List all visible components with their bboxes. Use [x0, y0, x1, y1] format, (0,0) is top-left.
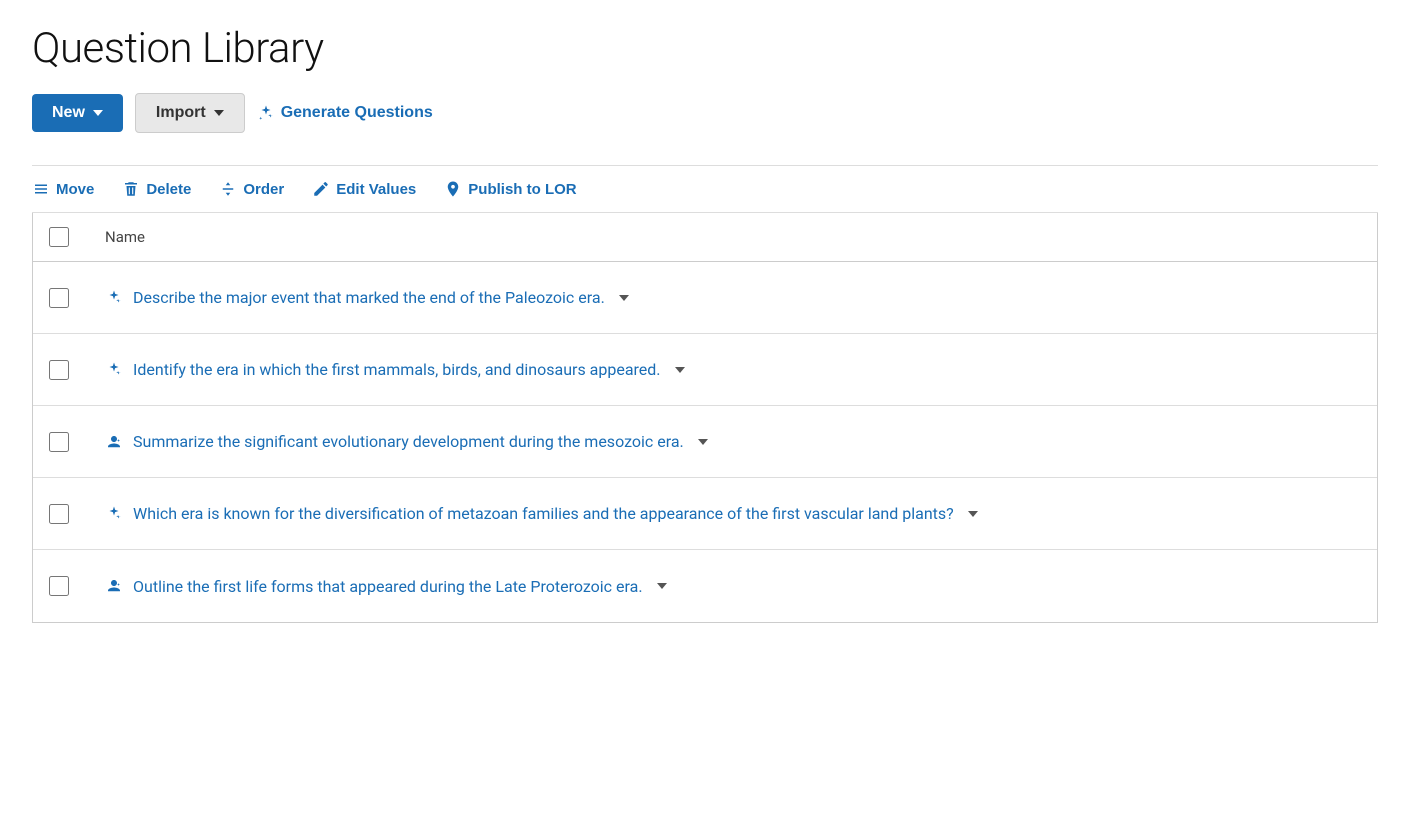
import-button-label: Import [156, 104, 206, 122]
edit-values-button[interactable]: Edit Values [312, 180, 416, 198]
question-text-4[interactable]: Which era is known for the diversificati… [133, 504, 954, 523]
table-row: Summarize the significant evolutionary d… [33, 406, 1377, 478]
row-expand-icon-1[interactable] [619, 295, 629, 301]
sparkle-icon [105, 361, 123, 379]
sparkle-icon [105, 289, 123, 307]
row-checkbox-5[interactable] [49, 576, 69, 596]
row-expand-icon-2[interactable] [675, 367, 685, 373]
move-button[interactable]: Move [32, 180, 94, 198]
question-text-1[interactable]: Describe the major event that marked the… [133, 288, 605, 307]
generate-button-label: Generate Questions [281, 104, 433, 122]
import-chevron-icon [214, 110, 224, 116]
row-expand-icon-5[interactable] [657, 583, 667, 589]
row-expand-icon-3[interactable] [698, 439, 708, 445]
trash-icon [122, 180, 140, 198]
publish-lor-icon [444, 180, 462, 198]
question-text-3[interactable]: Summarize the significant evolutionary d… [133, 432, 684, 451]
table-row: Which era is known for the diversificati… [33, 478, 1377, 550]
name-column-header: Name [105, 228, 145, 246]
row-content-3: Summarize the significant evolutionary d… [105, 432, 1361, 451]
table-row: Outline the first life forms that appear… [33, 550, 1377, 622]
new-chevron-icon [93, 110, 103, 116]
table-header: Name [33, 213, 1377, 262]
row-expand-icon-4[interactable] [968, 511, 978, 517]
toolbar: New Import Generate Questions [32, 93, 1378, 133]
row-checkbox-1[interactable] [49, 288, 69, 308]
select-all-checkbox[interactable] [49, 227, 69, 247]
questions-table: Name Describe the major event that marke… [32, 213, 1378, 623]
row-content-4: Which era is known for the diversificati… [105, 504, 1361, 523]
question-text-2[interactable]: Identify the era in which the first mamm… [133, 360, 661, 379]
order-icon [219, 180, 237, 198]
sparkle-icon [105, 505, 123, 523]
row-content-2: Identify the era in which the first mamm… [105, 360, 1361, 379]
person-sparkle-icon [105, 433, 123, 451]
move-icon [32, 180, 50, 198]
delete-button[interactable]: Delete [122, 180, 191, 198]
row-checkbox-2[interactable] [49, 360, 69, 380]
row-checkbox-4[interactable] [49, 504, 69, 524]
person-sparkle-icon [105, 577, 123, 595]
row-content-1: Describe the major event that marked the… [105, 288, 1361, 307]
pencil-icon [312, 180, 330, 198]
action-bar: Move Delete Order Edit Values [32, 165, 1378, 213]
generate-sparkle-icon [257, 104, 275, 122]
row-content-5: Outline the first life forms that appear… [105, 577, 1361, 596]
table-row: Identify the era in which the first mamm… [33, 334, 1377, 406]
row-checkbox-3[interactable] [49, 432, 69, 452]
table-row: Describe the major event that marked the… [33, 262, 1377, 334]
new-button[interactable]: New [32, 94, 123, 132]
order-button[interactable]: Order [219, 180, 284, 198]
new-button-label: New [52, 104, 85, 122]
import-button[interactable]: Import [135, 93, 245, 133]
generate-questions-button[interactable]: Generate Questions [257, 104, 433, 122]
question-text-5[interactable]: Outline the first life forms that appear… [133, 577, 643, 596]
publish-lor-button[interactable]: Publish to LOR [444, 180, 576, 198]
page-title: Question Library [32, 24, 1378, 73]
